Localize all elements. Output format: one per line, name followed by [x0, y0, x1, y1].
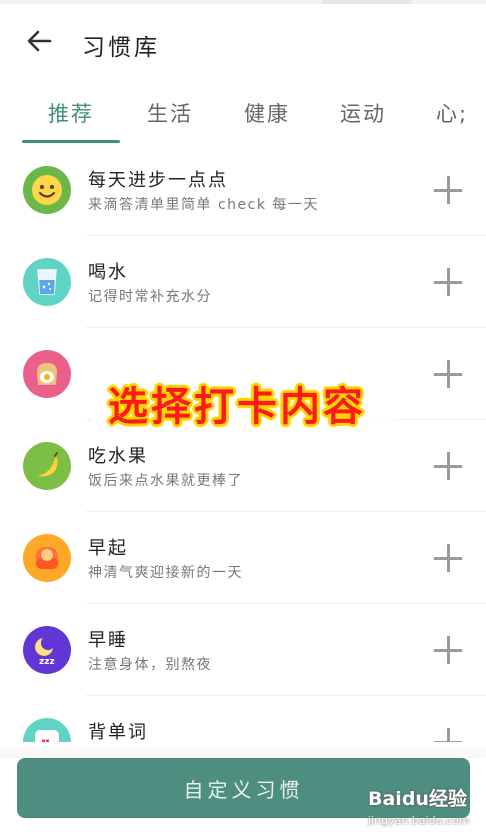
banana-icon	[23, 442, 71, 490]
add-habit-button[interactable]	[434, 268, 462, 296]
watermark-logo: Baidu经验	[368, 788, 467, 810]
moon-zzz-icon: zzz	[23, 626, 71, 674]
habit-desc: 注意身体，别熬夜	[88, 657, 212, 673]
habit-name: 喝水	[88, 262, 128, 283]
habit-row[interactable]: zzz 早睡 注意身体，别熬夜	[0, 604, 486, 696]
smiley-icon	[23, 166, 71, 214]
habit-list: 每天进步一点点 来滴答清单里简单 check 每一天 喝水 记得时常补充水分 吃…	[0, 144, 486, 744]
add-habit-button[interactable]	[434, 636, 462, 664]
habit-row[interactable]: 喝水 记得时常补充水分	[0, 236, 486, 328]
habit-name: 早起	[88, 538, 128, 559]
watermark: Baidu经验 jingyan.baidu.com	[368, 780, 486, 834]
add-habit-button[interactable]	[434, 452, 462, 480]
sunrise-icon	[23, 534, 71, 582]
tab-sport[interactable]: 运动	[340, 98, 386, 128]
caption-overlay: 选择打卡内容	[108, 384, 366, 430]
quote-icon: ”	[23, 718, 71, 744]
habit-name: 每天进步一点点	[88, 170, 228, 191]
habit-row[interactable]: 早起 神清气爽迎接新的一天	[0, 512, 486, 604]
watermark-url: jingyan.baidu.com	[368, 814, 470, 827]
tab-mind[interactable]: 心;	[436, 98, 468, 128]
tab-active-indicator	[22, 140, 120, 143]
water-glass-icon	[23, 258, 71, 306]
add-habit-button[interactable]	[434, 176, 462, 204]
list-fade	[0, 742, 486, 758]
page-title: 习惯库	[82, 35, 160, 61]
habit-name: 早睡	[88, 630, 128, 651]
habit-desc: 来滴答清单里简单 check 每一天	[88, 197, 319, 213]
arrow-left-icon	[27, 30, 52, 52]
habit-name: 吃水果	[88, 446, 148, 467]
add-habit-button[interactable]	[434, 544, 462, 572]
category-tabs: 推荐 生活 健康 运动 心;	[0, 82, 486, 144]
tab-recommend[interactable]: 推荐	[48, 98, 94, 128]
habit-desc: 记得时常补充水分	[88, 289, 212, 305]
toast-egg-icon	[23, 350, 71, 398]
habit-row[interactable]: 每天进步一点点 来滴答清单里简单 check 每一天	[0, 144, 486, 236]
svg-text:zzz: zzz	[39, 657, 55, 667]
habit-name: 背单词	[88, 722, 148, 743]
tab-life[interactable]: 生活	[147, 98, 193, 128]
back-button[interactable]	[24, 26, 54, 56]
header: 习惯库	[0, 4, 486, 80]
habit-desc: 饭后来点水果就更棒了	[88, 473, 243, 489]
tab-health[interactable]: 健康	[244, 98, 290, 128]
habit-row[interactable]: ” 背单词	[0, 696, 486, 744]
habit-desc: 神清气爽迎接新的一天	[88, 565, 243, 581]
add-habit-button[interactable]	[434, 360, 462, 388]
